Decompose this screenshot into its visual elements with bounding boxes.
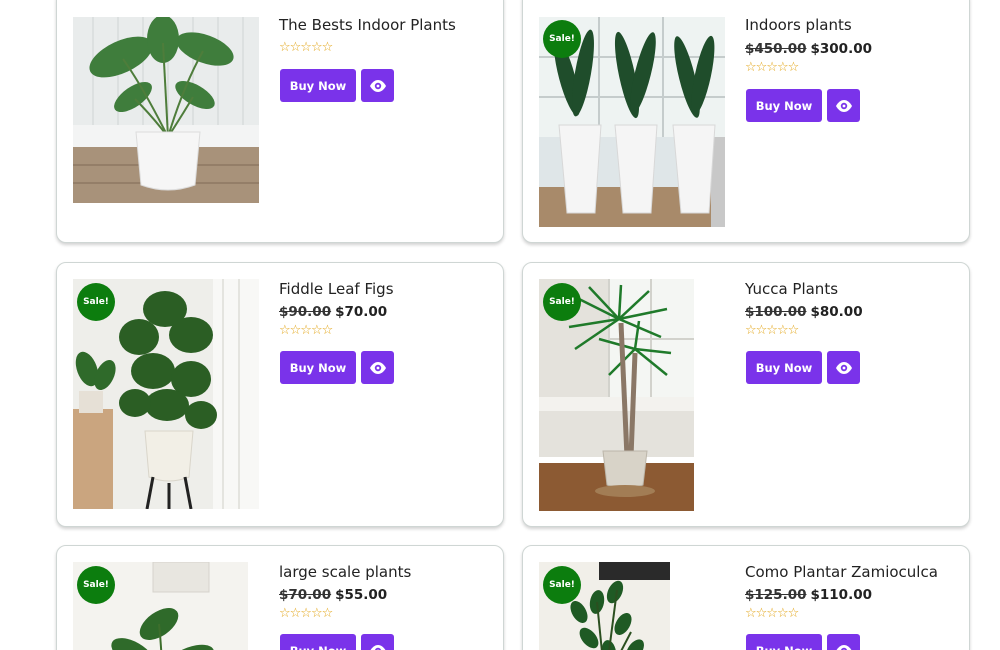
rating-stars: ☆☆☆☆☆ xyxy=(279,323,333,338)
product-card: Sale! Como Plantar Zamioculca $125.00 $11… xyxy=(522,545,970,650)
product-title[interactable]: large scale plants xyxy=(279,563,411,581)
rating-stars: ☆☆☆☆☆ xyxy=(745,60,799,75)
quick-view-button[interactable] xyxy=(827,634,860,650)
old-price: $450.00 xyxy=(745,41,807,57)
sale-badge: Sale! xyxy=(543,566,581,604)
product-title[interactable]: Yucca Plants xyxy=(745,280,838,298)
rating-stars: ☆☆☆☆☆ xyxy=(745,323,799,338)
sale-badge: Sale! xyxy=(543,20,581,58)
buy-now-button[interactable]: Buy Now xyxy=(280,634,356,650)
product-card: The Bests Indoor Plants ☆☆☆☆☆ Buy Now xyxy=(56,0,504,243)
product-title[interactable]: The Bests Indoor Plants xyxy=(279,16,456,34)
eye-icon xyxy=(835,361,852,374)
product-title[interactable]: Indoors plants xyxy=(745,16,852,34)
product-price: $125.00 $110.00 xyxy=(745,587,872,603)
product-card: Sale! large scale plants $70.00 $55.00 ☆☆… xyxy=(56,545,504,650)
sale-price: $55.00 xyxy=(335,587,388,603)
product-card: Sale! Indoors plants $450.00 $300.00 ☆☆☆☆… xyxy=(522,0,970,243)
product-price: $70.00 $55.00 xyxy=(279,587,387,603)
sale-price: $70.00 xyxy=(335,304,388,320)
eye-icon xyxy=(369,361,386,374)
old-price: $90.00 xyxy=(279,304,332,320)
product-price: $90.00 $70.00 xyxy=(279,304,387,320)
buy-now-button[interactable]: Buy Now xyxy=(280,351,356,384)
rating-stars: ☆☆☆☆☆ xyxy=(745,606,799,621)
buy-now-button[interactable]: Buy Now xyxy=(280,69,356,102)
old-price: $100.00 xyxy=(745,304,807,320)
rating-stars: ☆☆☆☆☆ xyxy=(279,40,333,55)
product-price: $450.00 $300.00 xyxy=(745,41,872,57)
sale-price: $300.00 xyxy=(810,41,873,57)
buy-now-button[interactable]: Buy Now xyxy=(746,89,822,122)
product-card: Sale! Yucca Plants $100.00 $80.00 ☆☆☆☆☆ B… xyxy=(522,262,970,527)
buy-now-button[interactable]: Buy Now xyxy=(746,634,822,650)
eye-icon xyxy=(369,644,386,650)
quick-view-button[interactable] xyxy=(827,351,860,384)
sale-badge: Sale! xyxy=(543,283,581,321)
product-card: Sale! Fiddle Leaf Figs $90.00 $70.00 ☆☆☆☆… xyxy=(56,262,504,527)
old-price: $125.00 xyxy=(745,587,807,603)
sale-price: $80.00 xyxy=(810,304,863,320)
quick-view-button[interactable] xyxy=(827,89,860,122)
sale-badge: Sale! xyxy=(77,566,115,604)
buy-now-button[interactable]: Buy Now xyxy=(746,351,822,384)
sale-price: $110.00 xyxy=(810,587,873,603)
quick-view-button[interactable] xyxy=(361,351,394,384)
eye-icon xyxy=(835,99,852,112)
eye-icon xyxy=(835,644,852,650)
product-title[interactable]: Como Plantar Zamioculca xyxy=(745,563,938,581)
rating-stars: ☆☆☆☆☆ xyxy=(279,606,333,621)
old-price: $70.00 xyxy=(279,587,332,603)
sale-badge: Sale! xyxy=(77,283,115,321)
product-image[interactable] xyxy=(73,17,259,203)
quick-view-button[interactable] xyxy=(361,69,394,102)
product-price: $100.00 $80.00 xyxy=(745,304,863,320)
quick-view-button[interactable] xyxy=(361,634,394,650)
product-title[interactable]: Fiddle Leaf Figs xyxy=(279,280,394,298)
eye-icon xyxy=(369,79,386,92)
